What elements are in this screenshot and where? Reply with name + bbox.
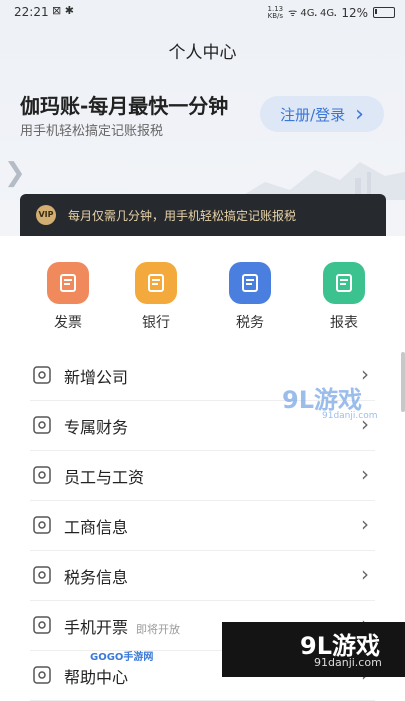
quick-action-label: 银行 <box>142 315 170 331</box>
quick-action-invoice[interactable]: 发票 <box>38 262 98 332</box>
menu-item-text: 专属财务 <box>64 418 129 437</box>
bank-icon <box>135 262 177 304</box>
menu-item-text: 帮助中心 <box>64 668 129 687</box>
menu-item-label: 新增公司 <box>64 364 136 388</box>
tax-info-icon <box>33 566 51 584</box>
chevron-right-icon: › <box>361 512 369 536</box>
watermark-corner: 9L游戏 91danji.com <box>222 622 405 677</box>
menu-item-label: 员工与工资 <box>64 464 152 488</box>
status-bar: 22:21 ⊠ ✱ 1.13 KB/s ᯤ 4G᎐ 4G᎐ 12% <box>0 0 405 24</box>
menu-item-label: 税务信息 <box>64 564 136 588</box>
quick-action-label: 税务 <box>236 315 264 331</box>
status-time: 22:21 <box>14 5 49 19</box>
vip-banner[interactable]: VIP 每月仅需几分钟，用手机轻松搞定记账报税 <box>20 194 386 236</box>
mountain-decoration-icon <box>235 162 405 200</box>
shield-icon <box>33 516 51 534</box>
signal-icon: ᯤ 4G᎐ 4G᎐ <box>288 8 337 19</box>
menu-item-label: 专属财务 <box>64 414 136 438</box>
menu-item-tax-info[interactable]: 税务信息 › <box>30 550 375 601</box>
scrollbar[interactable] <box>401 352 405 412</box>
net-speed-unit: KB/s <box>267 11 284 20</box>
menu-item-text: 工商信息 <box>64 518 129 537</box>
notification-icons: ⊠ ✱ <box>52 4 74 17</box>
report-icon <box>323 262 365 304</box>
invoice-icon <box>47 262 89 304</box>
battery-percent: 12% <box>341 5 368 20</box>
watermark-gogo: GOGO手游网 <box>90 652 154 663</box>
hero-subtitle: 用手机轻松搞定记账报税 <box>20 124 164 139</box>
status-right: 1.13 KB/s ᯤ 4G᎐ 4G᎐ 12% <box>268 5 395 20</box>
vip-text: 每月仅需几分钟，用手机轻松搞定记账报税 <box>68 209 297 223</box>
side-drawer-arrow-icon[interactable]: ❯ <box>4 158 26 188</box>
tax-icon <box>229 262 271 304</box>
register-login-button[interactable]: 注册/登录 › <box>260 96 384 132</box>
menu-item-label: 手机开票 即将开放 <box>64 614 180 638</box>
main-card: 发票 银行 税务 报表 新增公司 › 专属财务 › 员工与工资 › 工商信息 › 税务信息 › 手机开票即… <box>0 236 405 701</box>
menu-item-text: 员工与工资 <box>64 468 145 487</box>
quick-action-tax[interactable]: 税务 <box>220 262 280 332</box>
menu-item-text: 手机开票 <box>64 618 129 637</box>
hero-heading: 伽玛账-每月最快一分钟 <box>20 94 229 118</box>
chevron-right-icon: › <box>355 101 364 127</box>
watermark-logo: 9L游戏 91danji.com <box>282 380 377 421</box>
diamond-icon <box>33 416 51 434</box>
watermark-url: 91danji.com <box>322 411 378 421</box>
help-icon <box>33 666 51 684</box>
quick-action-label: 发票 <box>54 315 82 331</box>
add-company-icon <box>33 366 51 384</box>
menu-item-shield[interactable]: 工商信息 › <box>30 500 375 551</box>
menu-item-text: 新增公司 <box>64 368 129 387</box>
mobile-invoice-icon <box>33 616 51 634</box>
watermark-corner-url: 91danji.com <box>314 656 382 669</box>
chevron-right-icon: › <box>361 562 369 586</box>
menu-item-subtext: 即将开放 <box>136 623 181 636</box>
menu-item-text: 税务信息 <box>64 568 129 587</box>
net-speed: 1.13 KB/s <box>267 5 284 20</box>
menu-item-label: 帮助中心 <box>64 664 136 688</box>
menu-item-label: 工商信息 <box>64 514 136 538</box>
quick-action-report[interactable]: 报表 <box>314 262 374 332</box>
register-login-label: 注册/登录 <box>280 105 346 124</box>
quick-action-bank[interactable]: 银行 <box>126 262 186 332</box>
vip-badge-icon: VIP <box>36 205 56 225</box>
battery-icon <box>373 7 395 18</box>
chevron-right-icon: › <box>361 462 369 486</box>
staff-icon <box>33 466 51 484</box>
menu-item-staff[interactable]: 员工与工资 › <box>30 450 375 501</box>
watermark-text: 9L游戏 <box>282 386 362 414</box>
page-title: 个人中心 <box>168 43 237 63</box>
quick-action-label: 报表 <box>330 315 358 331</box>
